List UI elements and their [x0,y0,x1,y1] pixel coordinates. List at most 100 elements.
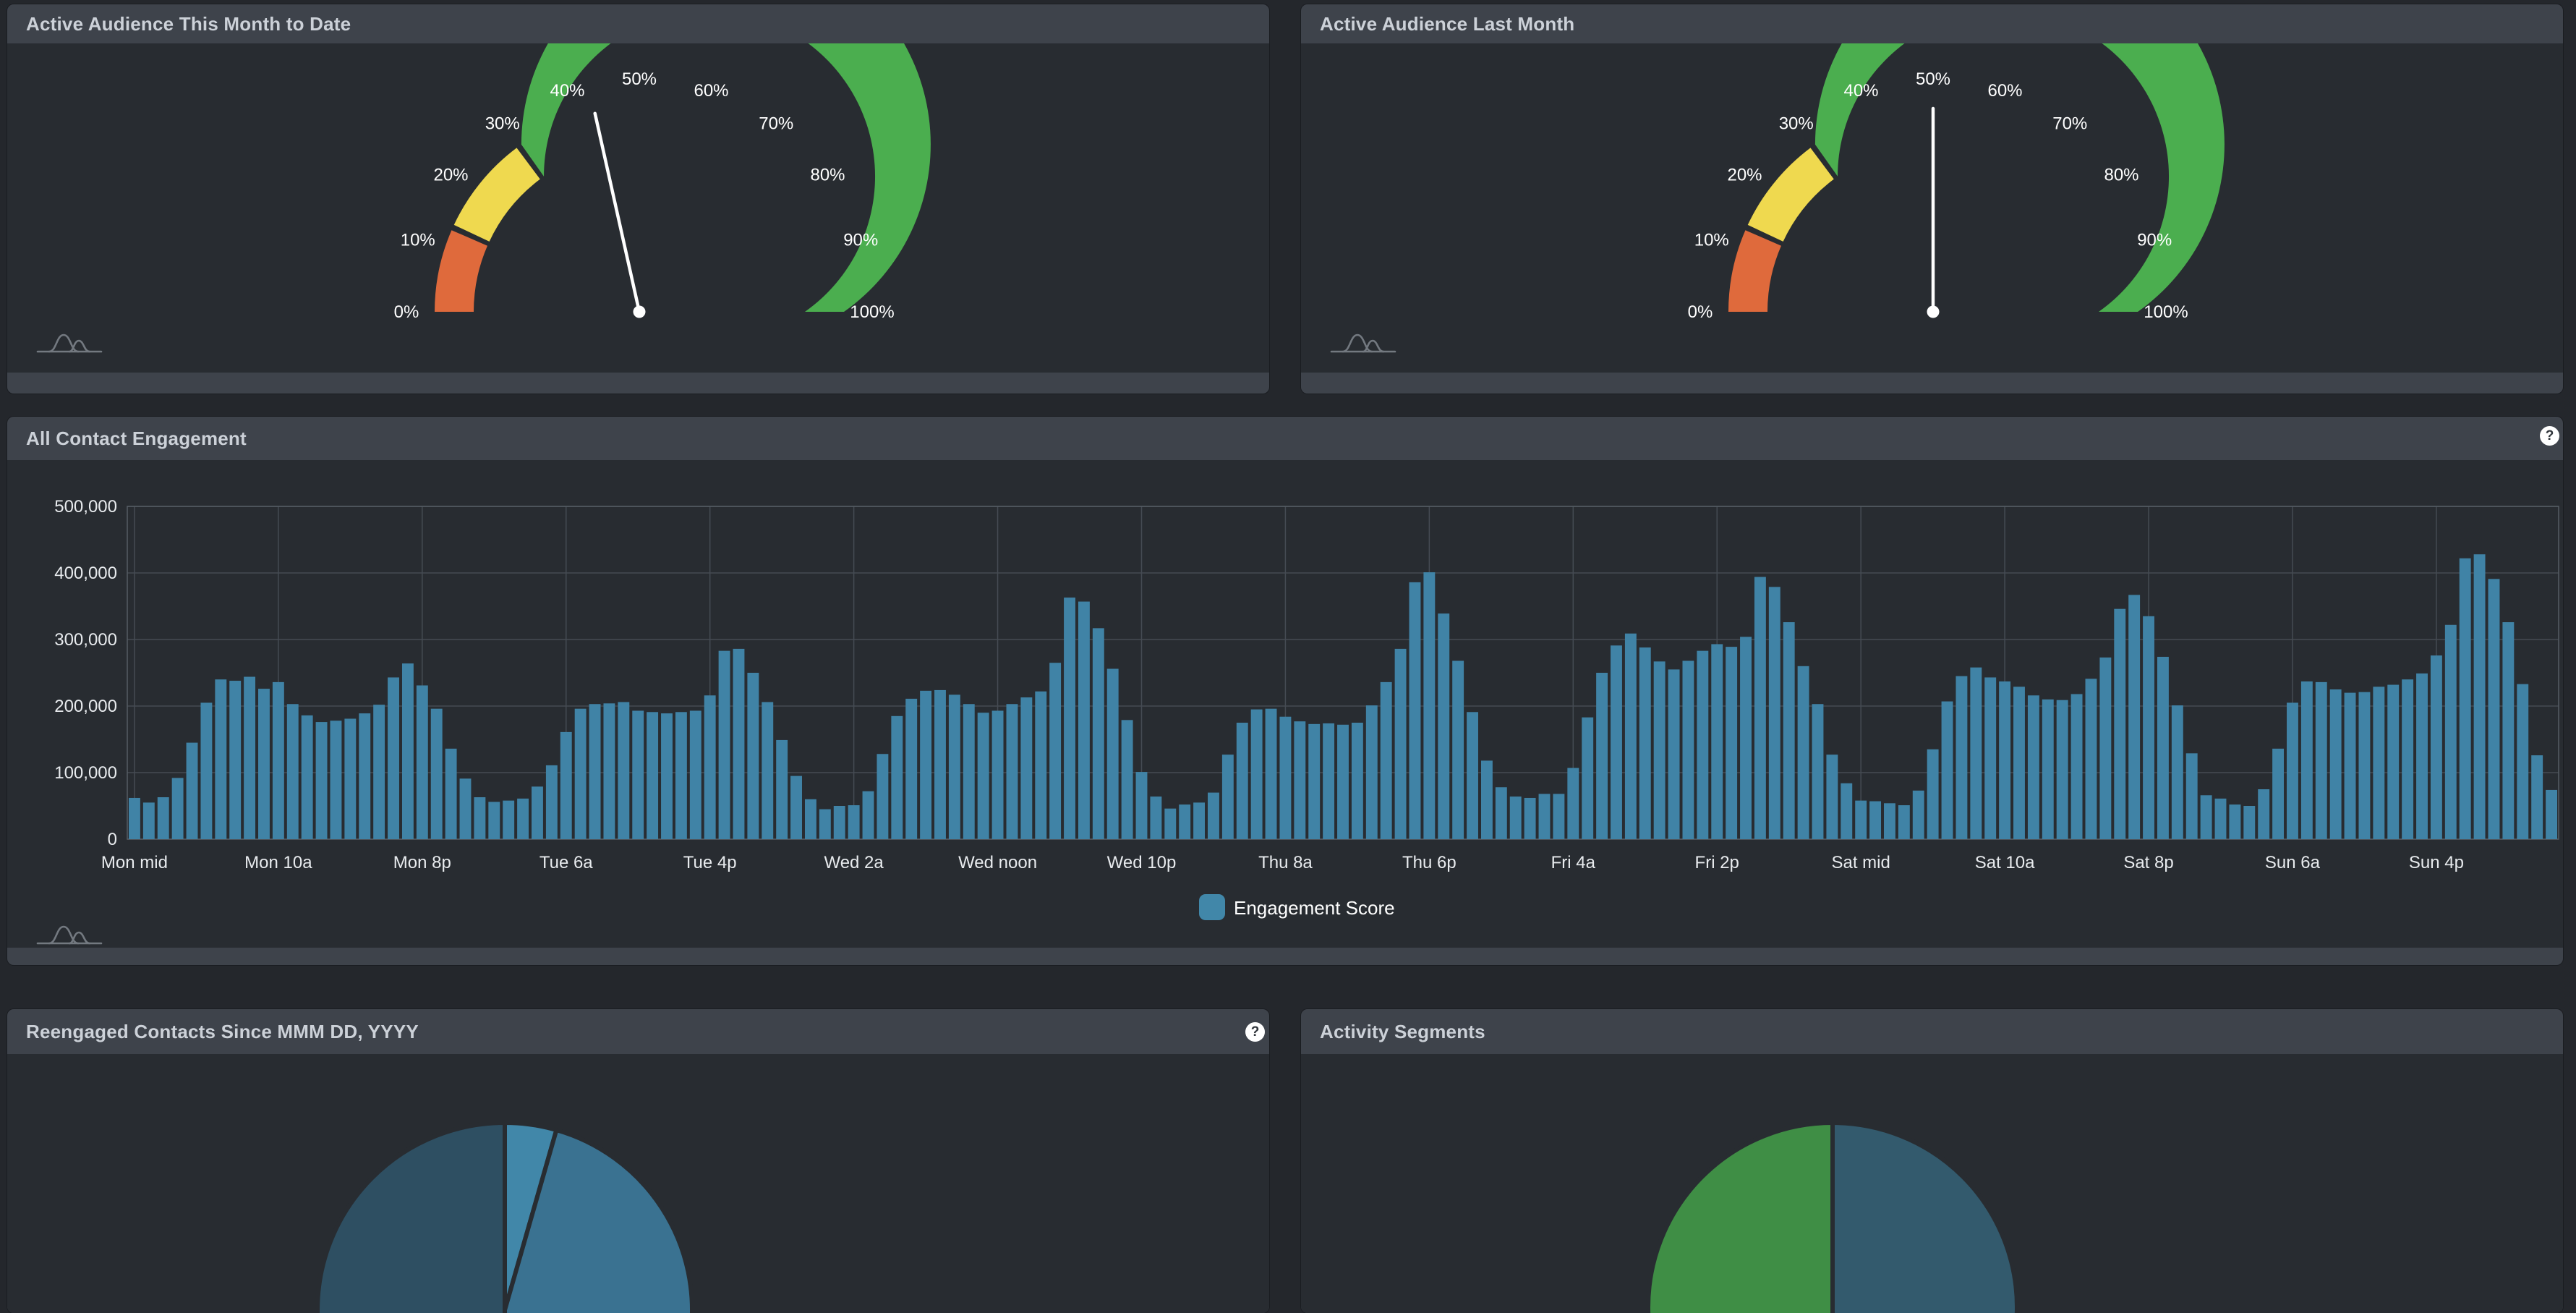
engagement-bar[interactable] [819,810,831,839]
engagement-bar[interactable] [2373,687,2384,839]
engagement-bar[interactable] [1769,587,1780,839]
engagement-bar[interactable] [2258,789,2269,839]
engagement-bar[interactable] [445,749,457,839]
engagement-bar[interactable] [244,677,255,839]
engagement-bar[interactable] [2229,804,2240,839]
engagement-bar[interactable] [1798,666,1809,839]
engagement-bar[interactable] [158,797,169,839]
engagement-bar[interactable] [373,705,385,839]
engagement-bar[interactable] [1208,793,1219,839]
engagement-bar[interactable] [1942,702,1953,839]
engagement-bar[interactable] [417,685,428,839]
pie-slice[interactable] [1833,1123,2017,1313]
engagement-bar[interactable] [719,651,730,839]
engagement-bar[interactable] [2114,609,2125,839]
engagement-bar[interactable] [920,691,931,839]
engagement-bar[interactable] [949,694,960,839]
engagement-bar[interactable] [1266,709,1277,839]
engagement-bar[interactable] [1467,712,1478,839]
engagement-bar[interactable] [2272,749,2284,839]
engagement-bar[interactable] [1496,787,1507,839]
engagement-bar[interactable] [1510,796,1522,839]
engagement-bar[interactable] [1035,692,1046,839]
engagement-bar[interactable] [2502,622,2514,839]
engagement-bar[interactable] [1970,668,1982,839]
segments-pie-chart[interactable] [1301,1054,2563,1313]
engagement-bar[interactable] [2243,806,2255,839]
engagement-bar[interactable] [431,709,443,839]
engagement-bar[interactable] [2431,655,2442,839]
engagement-bar[interactable] [848,805,860,839]
engagement-bar[interactable] [1150,796,1161,839]
engagement-bar[interactable] [934,690,946,839]
engagement-bar[interactable] [690,710,701,839]
engagement-bar[interactable] [344,718,356,839]
engagement-bar[interactable] [215,679,226,839]
engagement-bar[interactable] [2301,681,2313,839]
engagement-bar[interactable] [1927,749,1939,839]
engagement-bar[interactable] [1611,645,1622,839]
engagement-bar[interactable] [589,704,601,839]
engagement-bar[interactable] [1553,794,1564,839]
engagement-bar[interactable] [1078,602,1090,839]
engagement-bar[interactable] [1193,802,1205,839]
engagement-bar[interactable] [2071,694,2083,839]
engagement-bar[interactable] [302,715,313,839]
engagement-bar[interactable] [200,702,212,839]
engagement-bar[interactable] [1582,718,1593,839]
engagement-bar[interactable] [1826,755,1838,839]
engagement-bar[interactable] [1855,801,1867,839]
engagement-bar[interactable] [1726,647,1737,839]
engagement-bar[interactable] [287,704,299,839]
engagement-bar[interactable] [1452,660,1464,839]
engagement-bar[interactable] [1251,710,1263,839]
engagement-bar[interactable] [2330,689,2342,839]
engagement-bar[interactable] [1884,803,1895,839]
engagement-bar[interactable] [1740,637,1752,839]
engagement-bar[interactable] [1294,721,1305,839]
engagement-bar[interactable] [1337,725,1349,839]
engagement-bar[interactable] [632,710,644,839]
engagement-bar[interactable] [460,778,472,839]
engagement-bar[interactable] [1395,649,1407,839]
engagement-bar[interactable] [503,801,514,839]
engagement-bar[interactable] [2201,795,2212,839]
gauge-chart-this-month[interactable]: 0%10%20%30%40%50%60%70%80%90%100% [7,43,1269,373]
engagement-bar[interactable] [603,703,615,839]
engagement-bar[interactable] [2358,692,2370,839]
pie-slice[interactable] [317,1123,505,1313]
engagement-bar[interactable] [330,721,342,839]
engagement-bar[interactable] [1381,682,1392,839]
engagement-bar[interactable] [560,732,572,839]
engagement-bar[interactable] [1984,677,1996,839]
engagement-bar[interactable] [2143,616,2154,839]
engagement-bar[interactable] [2546,790,2557,839]
engagement-bar[interactable] [1007,704,1018,839]
engagement-bar[interactable] [1869,802,1881,839]
engagement-bar[interactable] [1999,681,2010,839]
engagement-bar[interactable] [978,713,989,839]
engagement-bar[interactable] [2517,684,2528,839]
engagement-bar[interactable] [1352,723,1363,839]
engagement-bar[interactable] [1366,705,1378,839]
engagement-bar[interactable] [1122,720,1133,839]
engagement-bar[interactable] [2445,625,2457,839]
engagement-bar[interactable] [747,673,759,839]
engagement-bar[interactable] [2028,695,2039,839]
engagement-bar[interactable] [2215,799,2227,839]
engagement-bar[interactable] [1539,794,1551,839]
engagement-bar[interactable] [1093,628,1104,839]
engagement-bar[interactable] [2172,705,2183,839]
engagement-bar[interactable] [474,797,485,839]
engagement-bar[interactable] [316,722,328,839]
engagement-bar[interactable] [1625,634,1637,839]
engagement-bar[interactable] [1711,644,1723,839]
engagement-bar[interactable] [675,712,687,839]
engagement-bar[interactable] [1107,668,1119,839]
engagement-bar[interactable] [762,702,773,839]
engagement-bar[interactable] [2128,595,2140,839]
engagement-bar[interactable] [1898,805,1910,839]
engagement-bar[interactable] [733,649,745,839]
help-icon[interactable]: ? [1245,1022,1265,1042]
engagement-bar[interactable] [2345,693,2356,839]
